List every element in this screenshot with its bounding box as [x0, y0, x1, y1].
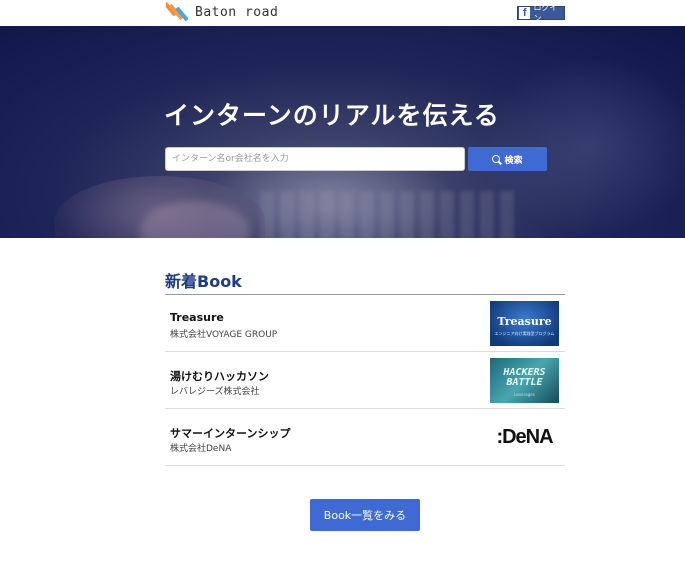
book-title[interactable]: サマーインターンシップ [170, 425, 290, 441]
search-icon [492, 155, 501, 163]
book-thumbnail[interactable]: Treasure エンジニア向け実践型プログラム [490, 301, 559, 346]
book-list: Treasure 株式会社VOYAGE GROUP Treasure エンジニア… [165, 295, 565, 466]
book-item[interactable]: サマーインターンシップ 株式会社DeNA :DeNA [165, 409, 565, 466]
thumbnail-subtitle: Leverages [514, 392, 535, 397]
site-header: Baton road f ログイン [0, 0, 685, 26]
thumbnail-title: Treasure [497, 315, 552, 328]
book-company: レバレジーズ株式会社 [170, 387, 260, 397]
book-title[interactable]: Treasure [170, 311, 224, 324]
hero-banner: インターンのリアルを伝える 検索 [0, 26, 685, 238]
book-company: 株式会社DeNA [170, 444, 232, 454]
hero-title: インターンのリアルを伝える [164, 101, 500, 130]
book-title[interactable]: 湯けむりハッカソン [170, 368, 269, 384]
facebook-login-button[interactable]: f ログイン [517, 3, 565, 23]
book-company: 株式会社VOYAGE GROUP [170, 330, 278, 340]
logo-text: Baton road [195, 4, 279, 20]
section-title: 新着Book [165, 272, 242, 291]
dena-logo: :DeNA [496, 426, 553, 448]
baton-logo-icon [163, 1, 189, 22]
thumbnail-subtitle: エンジニア向け実践型プログラム [494, 331, 555, 336]
facebook-icon: f [519, 7, 531, 19]
search-button-label: 検索 [504, 154, 523, 165]
login-label: ログイン [533, 3, 558, 23]
view-all-books-button[interactable]: Book一覧をみる [310, 499, 420, 531]
book-item[interactable]: 湯けむりハッカソン レバレジーズ株式会社 HACKERS BATTLE Leve… [165, 352, 565, 409]
search-button[interactable]: 検索 [468, 147, 547, 171]
book-item[interactable]: Treasure 株式会社VOYAGE GROUP Treasure エンジニア… [165, 295, 565, 352]
thumbnail-title: HACKERS BATTLE [503, 367, 546, 388]
book-thumbnail[interactable]: HACKERS BATTLE Leverages [490, 358, 559, 403]
logo[interactable]: Baton road [163, 1, 279, 22]
search-input[interactable] [165, 147, 465, 171]
book-thumbnail[interactable]: :DeNA [490, 415, 559, 460]
